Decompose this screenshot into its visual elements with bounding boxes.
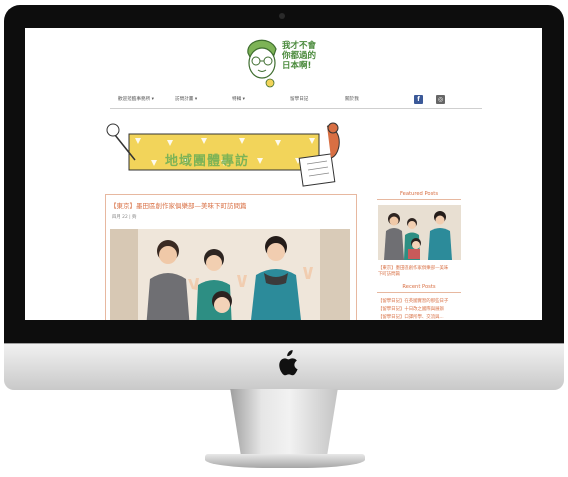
site-logo[interactable]: 我才不會 你都過的 日本啊! [240,33,330,93]
imac-stand [230,389,338,459]
featured-photo-image [378,205,461,260]
nav-item-diary[interactable]: 留學日記 [290,96,308,102]
imac-foot [205,454,365,468]
post-photo-image [110,229,350,320]
nav-item-welcome[interactable]: 歡迎蒞臨事務所 ▾ [118,96,154,102]
camera-icon [279,13,285,19]
recent-posts-heading: Recent Posts [402,284,436,290]
nav-item-interview[interactable]: 訪問計畫 ▾ [175,96,197,102]
logo-line-2: 你都過的 [282,51,317,61]
facebook-icon[interactable]: f [414,95,423,104]
apple-logo-icon [279,350,298,376]
recent-post-item[interactable]: 【留學日記】在英國實習的那些日子 [378,298,448,304]
logo-face-icon [247,39,277,88]
category-banner: 地域團體專訪 [105,120,355,190]
recent-post-item[interactable]: 【留學日記】口譯所學、交流與... [378,314,444,320]
logo-line-1: 我才不會 [282,41,317,51]
post-meta: 四月 22 | 夠 [112,215,137,220]
nav-item-about[interactable]: 關於我 [345,96,359,102]
post-card[interactable]: 【東京】墨田區創作家俱樂部—美味下町訪問篇 四月 22 | 夠 [105,194,357,320]
featured-posts-heading: Featured Posts [399,191,439,197]
recent-divider [377,292,461,293]
featured-divider [377,199,461,200]
featured-post-caption-2[interactable]: 下町訪問篇 [378,271,400,277]
instagram-icon[interactable]: ◎ [436,95,445,104]
banner-title: 地域團體專訪 [165,154,250,169]
featured-post-photo[interactable] [378,205,461,260]
recent-post-item[interactable]: 【留學日記】十日改之國際與展辦 [378,306,444,312]
nav-divider [110,108,482,109]
post-photo[interactable] [110,229,350,320]
logo-line-3: 日本啊! [282,61,312,71]
logo-text: 我才不會 你都過的 日本啊! [282,41,332,71]
nav-item-special[interactable]: 特輯 ▾ [232,96,245,102]
screen: 我才不會 你都過的 日本啊! 歡迎蒞臨事務所 ▾ 訪問計畫 ▾ 特輯 ▾ 留學日… [25,28,542,320]
post-title[interactable]: 【東京】墨田區創作家俱樂部—美味下町訪問篇 [110,200,247,210]
